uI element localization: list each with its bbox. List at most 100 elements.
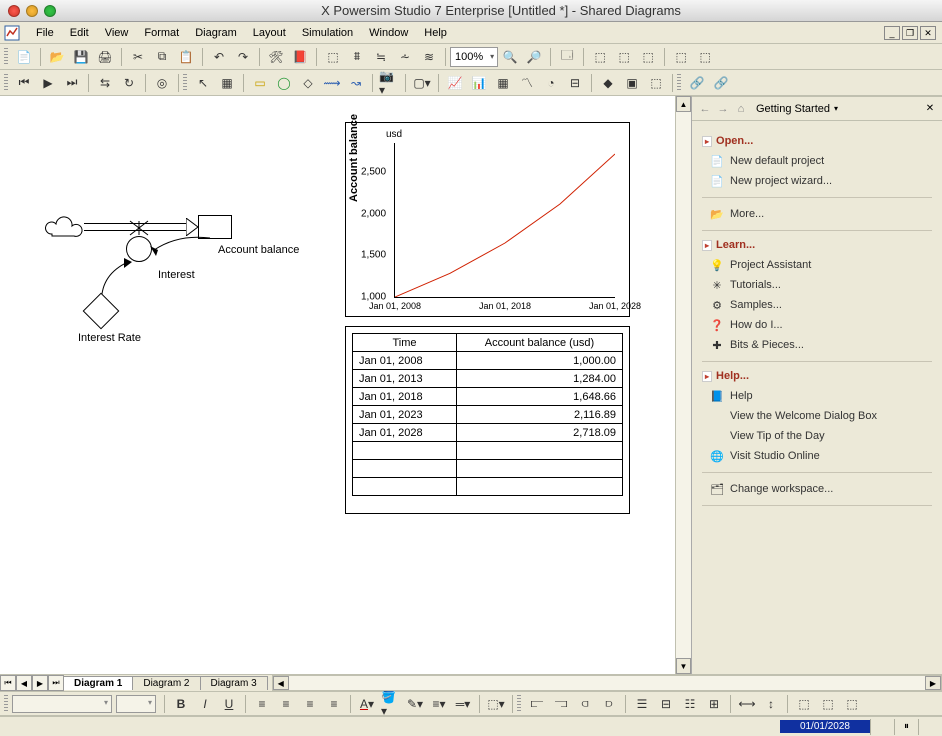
task-link[interactable]: ✳Tutorials... <box>702 275 932 295</box>
zoom-out-button[interactable]: 🔍 <box>499 46 521 68</box>
task-link[interactable]: 📄New project wizard... <box>702 171 932 191</box>
task-link[interactable]: ⚙Samples... <box>702 295 932 315</box>
al10[interactable]: ↕ <box>760 693 782 715</box>
al13[interactable]: ⬚ <box>841 693 863 715</box>
flow-tool[interactable]: ⟿ <box>321 72 343 94</box>
menu-file[interactable]: File <box>28 25 62 41</box>
mac-minimize-button[interactable] <box>26 5 38 17</box>
mdi-minimize-button[interactable]: _ <box>884 26 900 40</box>
paste-button[interactable]: 📋 <box>175 46 197 68</box>
font-size-combo[interactable] <box>116 695 156 713</box>
vertical-scrollbar[interactable]: ▲ ▼ <box>675 96 691 674</box>
task-link[interactable]: View the Welcome Dialog Box <box>702 406 932 426</box>
al8[interactable]: ⊞ <box>703 693 725 715</box>
flow-valve-icon[interactable] <box>128 219 150 237</box>
task-link[interactable]: 🌐Visit Studio Online <box>702 446 932 466</box>
font-color-button[interactable]: A▾ <box>356 693 378 715</box>
tab-first-button[interactable]: ⏮ <box>0 675 16 691</box>
new-button[interactable]: 📄 <box>13 46 35 68</box>
stock-tool[interactable]: ▭ <box>249 72 271 94</box>
table-tool[interactable]: ▦ <box>492 72 514 94</box>
nav-home-button[interactable]: ⌂ <box>732 100 750 118</box>
line-style-button[interactable]: ≡▾ <box>428 693 450 715</box>
task-link-more[interactable]: 🗂Change workspace... <box>702 479 932 499</box>
win-button[interactable]: 🗔 <box>556 46 578 68</box>
font-family-combo[interactable] <box>12 695 112 713</box>
scroll-up-button[interactable]: ▲ <box>676 96 691 112</box>
menu-format[interactable]: Format <box>136 25 187 41</box>
tab-prev-button[interactable]: ◀ <box>16 675 32 691</box>
chart-bar-tool[interactable]: 📊 <box>468 72 490 94</box>
cloud-source-icon[interactable] <box>42 216 86 242</box>
target-button[interactable]: ◎ <box>151 72 173 94</box>
gauge-tool[interactable]: ◔ <box>540 72 562 94</box>
task-link[interactable]: 📘Help <box>702 386 932 406</box>
align-left-button[interactable]: ≡ <box>251 693 273 715</box>
open-button[interactable]: 📂 <box>46 46 68 68</box>
tool-e-button[interactable]: ≋ <box>418 46 440 68</box>
menu-view[interactable]: View <box>97 25 137 41</box>
line-color-button[interactable]: ✎▾ <box>404 693 426 715</box>
link-arrow-back[interactable] <box>148 236 218 260</box>
copy-button[interactable]: ⧉ <box>151 46 173 68</box>
link1-button[interactable]: 🔗 <box>686 72 708 94</box>
tab-next-button[interactable]: ▶ <box>32 675 48 691</box>
undo-button[interactable]: ↶ <box>208 46 230 68</box>
al1[interactable]: ⫍ <box>526 693 548 715</box>
sheet-tab[interactable]: Diagram 1 <box>63 676 133 690</box>
nav-forward-button[interactable]: → <box>714 100 732 118</box>
sheet-tab[interactable]: Diagram 3 <box>200 676 268 690</box>
link2-button[interactable]: 🔗 <box>710 72 732 94</box>
al3[interactable]: ⫏ <box>574 693 596 715</box>
opt4-button[interactable]: ⬚ <box>670 46 692 68</box>
bold-button[interactable]: B <box>170 693 192 715</box>
nav-back-button[interactable]: ← <box>696 100 714 118</box>
al4[interactable]: ⫐ <box>598 693 620 715</box>
opt3-button[interactable]: ⬚ <box>637 46 659 68</box>
shape1-tool[interactable]: ◆ <box>597 72 619 94</box>
task-pane-selector[interactable]: Getting Started <box>756 103 922 115</box>
sheet-tab[interactable]: Diagram 2 <box>132 676 200 690</box>
tool-a-button[interactable]: ⬚ <box>322 46 344 68</box>
frame-tool[interactable]: ▢▾ <box>411 72 433 94</box>
zoom-in-button[interactable]: 🔎 <box>523 46 545 68</box>
forward-button[interactable]: ⏭ <box>61 72 83 94</box>
italic-button[interactable]: I <box>194 693 216 715</box>
group-button[interactable]: ⬚▾ <box>485 693 507 715</box>
rewind-button[interactable]: ⏮ <box>13 72 35 94</box>
shape2-tool[interactable]: ▣ <box>621 72 643 94</box>
slider-tool[interactable]: ⊟ <box>564 72 586 94</box>
const-tool[interactable]: ◇ <box>297 72 319 94</box>
menu-help[interactable]: Help <box>416 25 455 41</box>
help-book-button[interactable]: 📕 <box>289 46 311 68</box>
horizontal-scrollbar[interactable]: ◀ ▶ <box>272 675 942 691</box>
menu-edit[interactable]: Edit <box>62 25 97 41</box>
menu-simulation[interactable]: Simulation <box>294 25 361 41</box>
chart-area-tool[interactable]: 〽 <box>516 72 538 94</box>
sim1-button[interactable]: ⇆ <box>94 72 116 94</box>
tools-button[interactable]: 🛠 <box>265 46 287 68</box>
save-button[interactable]: 💾 <box>70 46 92 68</box>
aux-tool[interactable]: ◯ <box>273 72 295 94</box>
mac-zoom-button[interactable] <box>44 5 56 17</box>
al7[interactable]: ☷ <box>679 693 701 715</box>
select-tool[interactable]: ▦ <box>216 72 238 94</box>
align-justify-button[interactable]: ≡ <box>323 693 345 715</box>
task-link[interactable]: ❓How do I... <box>702 315 932 335</box>
camera-tool[interactable]: 📷▾ <box>378 72 400 94</box>
cut-button[interactable]: ✂ <box>127 46 149 68</box>
tab-last-button[interactable]: ⏭ <box>48 675 64 691</box>
menu-layout[interactable]: Layout <box>245 25 294 41</box>
menu-diagram[interactable]: Diagram <box>187 25 245 41</box>
align-center-button[interactable]: ≡ <box>275 693 297 715</box>
task-link[interactable]: View Tip of the Day <box>702 426 932 446</box>
play-button[interactable]: ▶ <box>37 72 59 94</box>
al5[interactable]: ☰ <box>631 693 653 715</box>
shape3-tool[interactable]: ⬚ <box>645 72 667 94</box>
opt2-button[interactable]: ⬚ <box>613 46 635 68</box>
menu-window[interactable]: Window <box>361 25 416 41</box>
sim2-button[interactable]: ↻ <box>118 72 140 94</box>
time-table[interactable]: TimeAccount balance (usd)Jan 01, 20081,0… <box>345 326 630 514</box>
al9[interactable]: ⟷ <box>736 693 758 715</box>
pointer-tool[interactable]: ↖ <box>192 72 214 94</box>
